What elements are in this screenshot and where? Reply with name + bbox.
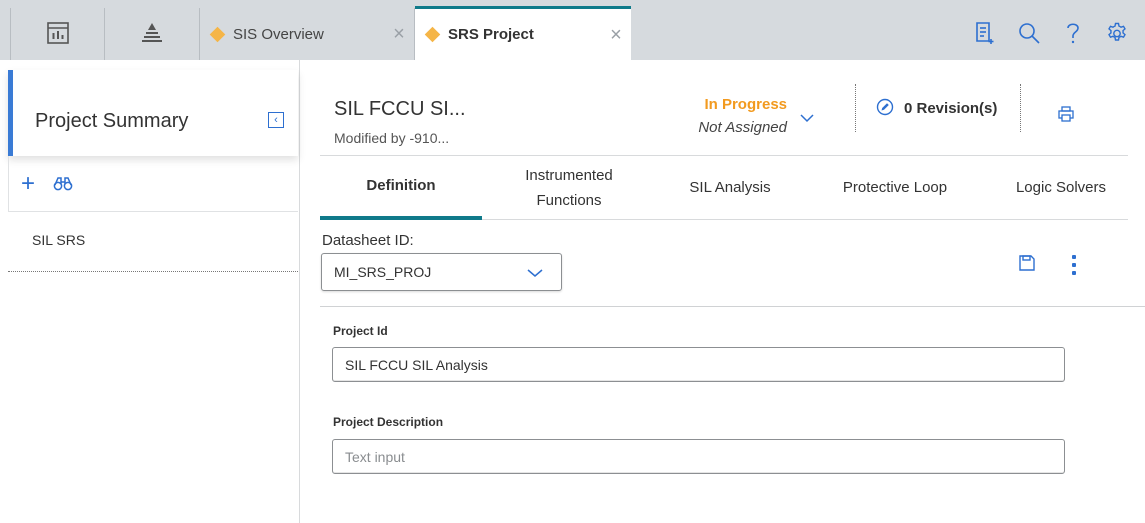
diamond-icon [424,26,441,43]
tab-logic-solvers[interactable]: Logic Solvers [996,156,1126,220]
tab-label-line2: Functions [536,192,602,209]
project-id-input[interactable] [332,347,1065,382]
tab-label-line1: Instrumented [525,166,613,184]
tab-label: Definition [366,177,436,195]
list-item-label: SIL SRS [32,232,86,248]
chevron-down-icon [527,265,543,281]
project-description-label: Project Description [333,415,444,429]
tab-label: SIS Overview [233,25,324,43]
list-item[interactable]: SIL SRS [8,220,298,272]
tab-sis-overview[interactable]: SIS Overview × [200,8,415,60]
project-summary-header: Project Summary ‹ [8,70,298,156]
print-icon[interactable] [1058,106,1074,125]
record-header: SIL FCCU SI... Modified by -910... In Pr… [320,68,1128,156]
top-tab-bar: SIS Overview × SRS Project × [0,0,1145,60]
settings-button[interactable] [1103,20,1131,48]
add-icon[interactable]: + [21,171,35,196]
assignment-text: Not Assigned [698,119,787,136]
modified-by: Modified by -910... [334,130,450,146]
panel-toolbar: + [8,156,298,212]
tab-label: SRS Project [448,26,534,43]
close-icon[interactable]: × [601,25,631,45]
search-button[interactable] [1015,20,1043,48]
save-icon[interactable] [1018,254,1036,275]
gear-icon [1105,21,1129,48]
pencil-circle-icon [876,98,894,119]
datasheet-label: Datasheet ID: [322,232,414,249]
divider [1020,84,1021,132]
tab-protective-loop[interactable]: Protective Loop [820,156,970,220]
dashboard-icon [46,21,70,48]
chevron-down-icon[interactable] [800,110,814,126]
project-summary-panel: Project Summary ‹ + SIL SRS [0,60,300,523]
help-button[interactable] [1059,20,1087,48]
record-title: SIL FCCU SI... [334,98,466,120]
datasheet-select[interactable]: MI_SRS_PROJ [321,253,562,291]
tab-label: SIL Analysis [689,179,771,197]
tab-instrumented-functions[interactable]: Instrumented Functions [496,156,642,220]
search-icon [1017,21,1041,48]
diamond-icon [209,26,226,42]
divider [855,84,856,132]
project-description-input[interactable] [332,439,1065,474]
global-toolbar [971,20,1131,48]
project-id-label: Project Id [333,324,388,338]
state-indicator: In Progress Not Assigned [677,96,787,136]
queue-button[interactable] [971,20,999,48]
collapse-panel-icon[interactable]: ‹ [268,112,284,128]
close-icon[interactable]: × [384,24,414,44]
dashboard-button[interactable] [10,8,105,60]
content-tabs: Definition Instrumented Functions SIL An… [320,156,1128,220]
tab-definition[interactable]: Definition [320,156,482,220]
queue-icon [974,21,996,48]
tab-srs-project[interactable]: SRS Project × [415,6,631,60]
hierarchy-icon [140,21,164,48]
status-text: In Progress [704,96,787,113]
more-vertical-icon[interactable] [1068,255,1080,275]
tab-label: Protective Loop [842,179,948,197]
divider [320,306,1145,307]
tab-sil-analysis[interactable]: SIL Analysis [660,156,800,220]
tab-label: Logic Solvers [1015,179,1107,197]
revisions-button[interactable]: 0 Revision(s) [876,98,997,119]
datasheet-selected-value: MI_SRS_PROJ [334,264,432,280]
hierarchy-button[interactable] [105,8,200,60]
revisions-label: 0 Revision(s) [904,100,998,117]
panel-title: Project Summary [35,110,189,132]
binoculars-icon[interactable] [53,176,73,192]
help-icon [1065,21,1081,48]
